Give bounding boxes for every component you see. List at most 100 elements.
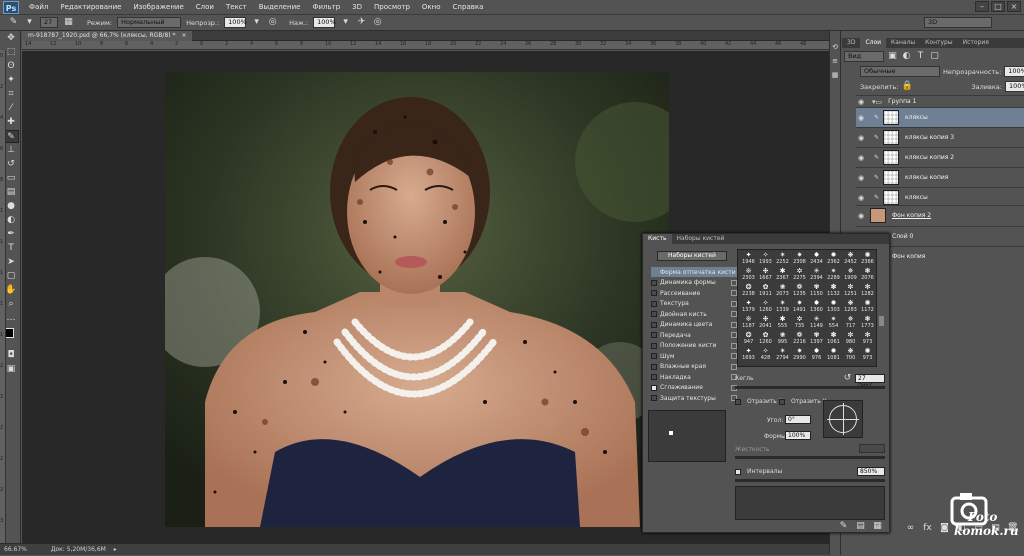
brush-tip[interactable]: ❋ 1283 [842, 299, 859, 314]
brush-setting-item[interactable]: Форма отпечатка кисти [651, 267, 737, 277]
menu-item[interactable]: Просмотр [368, 0, 416, 15]
layer-opacity-input[interactable]: 100% [1004, 66, 1024, 77]
move-tool-icon[interactable]: ✥ [3, 32, 19, 45]
brush-tip[interactable]: ✺ 2366 [859, 251, 876, 266]
tab-panel[interactable]: Каналы [886, 38, 920, 48]
brush-tip[interactable]: ❂ 2238 [740, 283, 757, 298]
tab-layers[interactable]: Слои [860, 38, 887, 48]
brush-tip[interactable]: ✾ 1397 [808, 331, 825, 346]
brush-tip[interactable]: ✧ 1993 [757, 251, 774, 266]
brush-setting-item[interactable]: Динамика цвета [651, 320, 737, 330]
brush-setting-item[interactable]: Динамика формы [651, 278, 737, 288]
brush-tip[interactable]: ✺ 973 [859, 347, 876, 362]
hardness-input[interactable] [859, 444, 885, 453]
brush-tip[interactable]: ✹ 1081 [825, 347, 842, 362]
brush-tip[interactable]: ✸ 976 [808, 347, 825, 362]
brush-tip[interactable]: ❉ 1667 [757, 267, 774, 282]
chevron-down-icon[interactable]: ▾ [251, 17, 262, 28]
properties-icon[interactable]: ≡ [830, 57, 840, 65]
tab-panel[interactable]: История [958, 38, 994, 48]
layer-row[interactable]: ◉ ✎ кляксы [856, 187, 1024, 207]
brush-setting-item[interactable]: Текстура [651, 299, 737, 309]
brush-setting-item[interactable]: Рассеивание [651, 288, 737, 298]
hardness-slider[interactable] [735, 456, 885, 459]
mode-select[interactable]: Нормальный [117, 17, 182, 28]
brush-tip[interactable]: ❀ 2073 [774, 283, 791, 298]
brush-tip[interactable]: ✲ 2275 [791, 267, 808, 282]
layer-fill-input[interactable]: 100% [1004, 81, 1024, 92]
flip-y-row[interactable]: Отразить Y [779, 398, 826, 405]
brush-setting-checkbox[interactable] [651, 290, 657, 296]
brush-setting-checkbox[interactable] [651, 363, 657, 370]
canvas-image[interactable] [165, 72, 669, 527]
brush-tip-grid[interactable]: ✦ 1946 ✧ 1993 ✶ 2252 ✷ 2308 ✸ 2434 ✹ 2362 ❋ 2452 ✺ 2366… [737, 249, 877, 367]
eye-icon[interactable]: ◉ [856, 194, 866, 202]
brush-tip[interactable]: ✸ 1360 [808, 299, 825, 314]
layer-row[interactable]: ◉ ✎ кляксы [856, 107, 1024, 127]
tab-brush[interactable]: Кисть [643, 234, 672, 244]
maximize-icon[interactable]: □ [991, 1, 1005, 12]
brush-tip[interactable]: ❉ 2041 [757, 315, 774, 330]
layer-row[interactable]: ◉ ✎ кляксы копия 2 [856, 147, 1024, 167]
chevron-down-icon[interactable]: ▾ [340, 17, 351, 28]
menu-item[interactable]: Редактирование [54, 0, 127, 15]
brush-grid-scrollbar[interactable] [879, 316, 884, 326]
brush-tip[interactable]: ✵ 717 [842, 315, 859, 330]
brush-tip[interactable]: ✽ 1132 [825, 283, 842, 298]
menu-item[interactable]: 3D [346, 0, 368, 15]
tab-brush-presets[interactable]: Наборы кистей [672, 234, 730, 244]
document-info[interactable]: Док: 5,20М/36,6М [51, 546, 106, 553]
layer-group[interactable]: ◉ ▾▭ Группа 1 [856, 95, 1024, 107]
brush-setting-item[interactable]: Влажные края [651, 362, 737, 372]
menu-item[interactable]: Выделение [253, 0, 307, 15]
brush-setting-checkbox[interactable] [651, 374, 657, 380]
menu-item[interactable]: Окно [416, 0, 447, 15]
brush-tip[interactable]: ✦ 1693 [740, 347, 757, 362]
brush-tip[interactable]: ❊ 2303 [740, 267, 757, 282]
brush-presets-button[interactable]: Наборы кистей [657, 251, 727, 261]
brush-size-picker[interactable]: 27 [40, 17, 58, 28]
filter-type-icon[interactable]: T [915, 51, 926, 62]
flip-x-checkbox[interactable] [735, 398, 741, 405]
layer-row[interactable]: ◉ ✎ кляксы копия 3 [856, 127, 1024, 147]
brush-tip[interactable]: ✳ 2394 [808, 267, 825, 282]
angle-input[interactable]: 0° [785, 415, 811, 424]
brush-panel-toggle-icon[interactable]: ▦ [63, 17, 74, 28]
brush-tip[interactable]: ✼ 980 [842, 331, 859, 346]
brush-setting-item[interactable]: Защита текстуры [651, 393, 737, 403]
flow-input[interactable]: 100% [313, 17, 336, 28]
pressure-size-icon[interactable]: ◎ [372, 17, 383, 28]
tab-panel[interactable]: 3D [842, 38, 860, 48]
brush-tip[interactable]: ✱ 2367 [774, 267, 791, 282]
opacity-input[interactable]: 100% [224, 17, 247, 28]
brush-tip[interactable]: ✼ 1251 [842, 283, 859, 298]
menu-item[interactable]: Текст [220, 0, 253, 15]
brush-setting-checkbox[interactable] [651, 342, 657, 349]
flip-x-row[interactable]: Отразить X [735, 398, 783, 405]
eye-icon[interactable]: ◉ [856, 212, 866, 220]
brush-setting-checkbox[interactable] [651, 395, 657, 401]
tab-panel[interactable]: Контуры [920, 38, 957, 48]
brush-tip[interactable]: ✶ 1339 [774, 299, 791, 314]
spacing-slider[interactable] [735, 479, 885, 482]
brush-setting-item[interactable]: Шум [651, 351, 737, 361]
brush-tip[interactable]: ✷ 2990 [791, 347, 808, 362]
brush-tip[interactable]: ✶ 2794 [774, 347, 791, 362]
minimize-icon[interactable]: – [975, 1, 989, 12]
close-icon[interactable]: × [1007, 1, 1021, 12]
brush-tip[interactable]: ✴ 554 [825, 315, 842, 330]
blend-mode-select[interactable]: Обычные [860, 66, 940, 77]
layer-kind-filter[interactable]: Вид [844, 51, 884, 62]
menu-item[interactable]: Файл [23, 0, 54, 15]
brush-setting-checkbox[interactable] [651, 321, 657, 328]
swatches-icon[interactable]: ▦ [830, 71, 840, 79]
flip-y-checkbox[interactable] [779, 398, 785, 405]
brush-tip[interactable]: ❊ 1187 [740, 315, 757, 330]
spacing-row[interactable]: Интервалы [735, 468, 782, 475]
brush-tip[interactable]: ✻ 973 [859, 331, 876, 346]
filter-shape-icon[interactable]: ▢ [929, 51, 940, 62]
brush-tip[interactable]: ✹ 1303 [825, 299, 842, 314]
menu-item[interactable]: Изображение [127, 0, 189, 15]
eye-icon[interactable]: ◉ [856, 98, 866, 106]
brush-preview-icon[interactable]: ✎ [838, 521, 849, 532]
